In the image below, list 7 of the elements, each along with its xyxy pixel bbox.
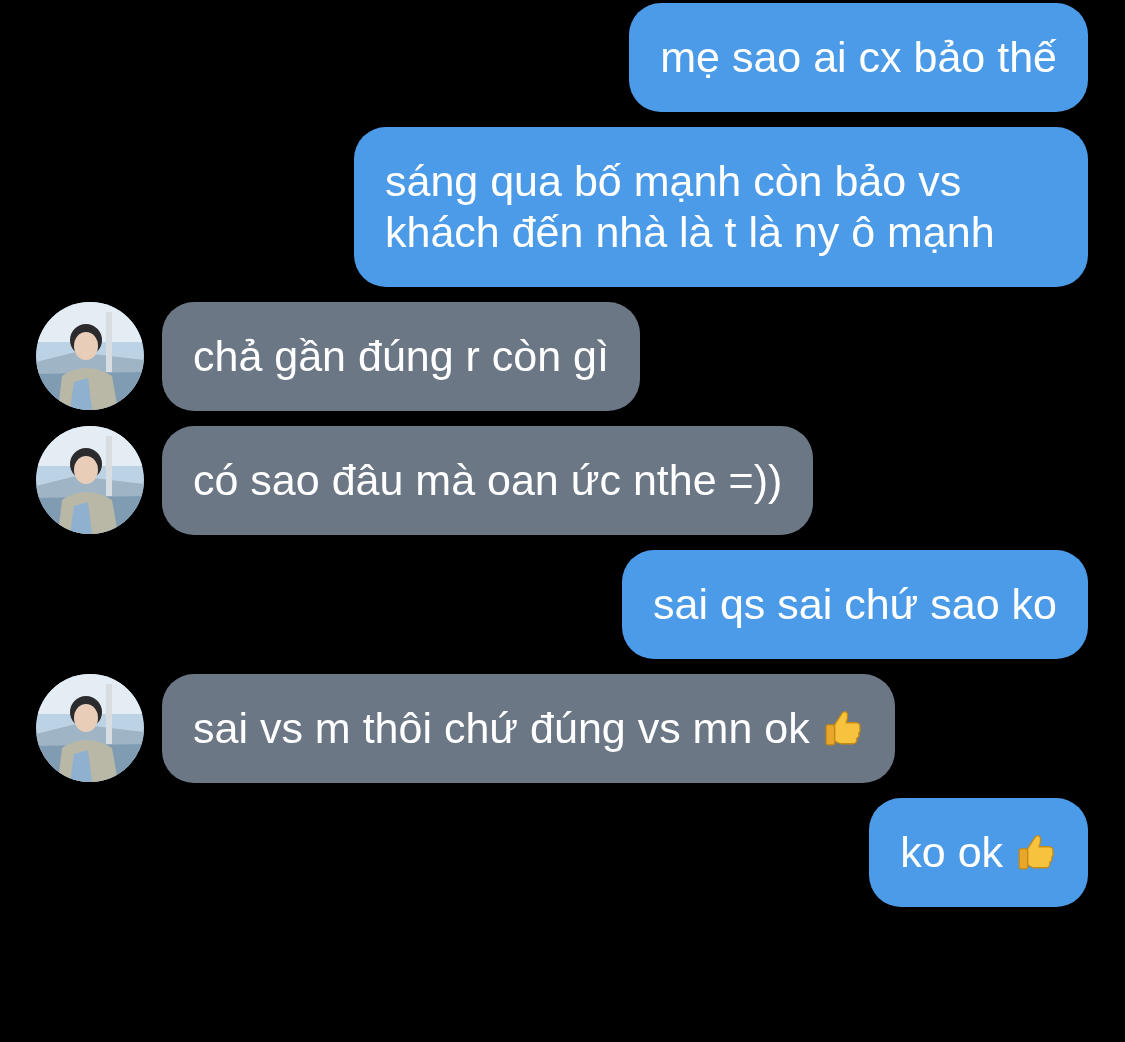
message-bubble: sáng qua bố mạnh còn bảo vs khách đến nhà là t là ny ô mạnh	[354, 127, 1088, 287]
message-bubble: sai qs sai chứ sao ko	[621, 550, 1088, 659]
message-bubble: có sao đâu mà oan ức nthe =))	[162, 426, 814, 535]
message-bubble: ko ok	[869, 798, 1088, 907]
message-bubble: sai vs m thôi chứ đúng vs mn ok	[162, 674, 895, 783]
message-bubble: chả gần đúng r còn gì	[162, 302, 640, 411]
message-bubble: mẹ sao ai cx bảo thế	[629, 3, 1088, 112]
